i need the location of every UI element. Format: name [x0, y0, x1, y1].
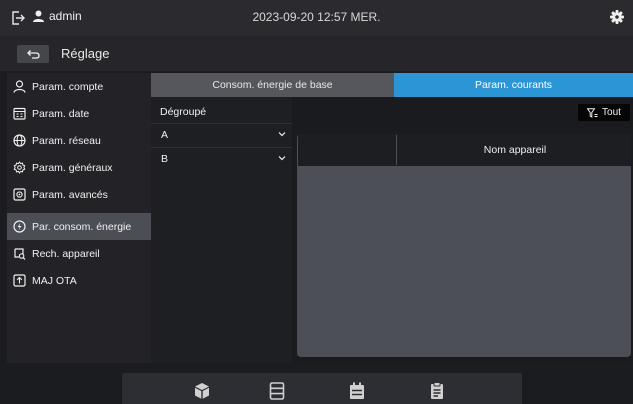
- group-item-b[interactable]: B: [151, 147, 292, 171]
- sidebar-item-label: Param. avancés: [32, 188, 108, 201]
- sidebar-item-energy[interactable]: Par. consom. énergie: [7, 213, 151, 240]
- top-bar: admin 2023-09-20 12:57 MER.: [0, 0, 633, 36]
- sidebar-item-network[interactable]: Param. réseau: [7, 127, 151, 154]
- logout-icon[interactable]: [10, 10, 26, 26]
- sidebar-item-device-search[interactable]: Rech. appareil: [7, 240, 151, 267]
- sidebar-item-label: Par. consom. énergie: [32, 220, 132, 233]
- page-title: Réglage: [61, 46, 110, 61]
- group-list: Dégroupé A B: [151, 97, 292, 363]
- user-info: admin: [33, 9, 82, 23]
- username: admin: [49, 9, 82, 23]
- clipboard-icon[interactable]: [427, 381, 447, 401]
- gear-icon: [13, 161, 26, 174]
- energy-icon: [13, 220, 26, 233]
- list-icon[interactable]: [267, 381, 287, 401]
- settings-icon[interactable]: [609, 9, 625, 25]
- globe-icon: [13, 134, 26, 147]
- device-table: Nom appareil: [297, 134, 631, 357]
- sidebar-item-advanced[interactable]: Param. avancés: [7, 181, 151, 208]
- group-item-a[interactable]: A: [151, 123, 292, 147]
- bottom-dock: [122, 373, 522, 404]
- sidebar-item-label: Param. compte: [32, 80, 104, 93]
- datetime-display: 2023-09-20 12:57 MER.: [252, 10, 381, 24]
- user-icon: [13, 80, 26, 93]
- tab-base-energy[interactable]: Consom. énergie de base: [151, 73, 394, 97]
- sidebar-item-account[interactable]: Param. compte: [7, 73, 151, 100]
- upload-icon: [13, 274, 26, 287]
- sidebar-item-label: MAJ OTA: [32, 274, 77, 287]
- select-column-header[interactable]: [299, 135, 397, 165]
- sidebar: Param. compte Param. date Param. réseau …: [7, 73, 151, 363]
- filter-label: Tout: [602, 107, 621, 118]
- sidebar-item-label: Param. généraux: [32, 161, 113, 174]
- group-item-label: A: [161, 129, 169, 141]
- sidebar-item-ota[interactable]: MAJ OTA: [7, 267, 151, 294]
- title-bar: Réglage: [0, 36, 633, 71]
- calendar-icon: [13, 107, 26, 120]
- advanced-settings-icon: [13, 188, 26, 201]
- sidebar-item-general[interactable]: Param. généraux: [7, 154, 151, 181]
- cube-icon[interactable]: [192, 381, 212, 401]
- group-list-header: Dégroupé: [160, 106, 207, 118]
- group-item-label: B: [161, 153, 169, 165]
- filter-button[interactable]: Tout: [578, 104, 630, 121]
- device-search-icon: [14, 248, 26, 260]
- sidebar-item-label: Param. réseau: [32, 134, 101, 147]
- device-table-header: Nom appareil: [297, 134, 631, 166]
- chevron-down-icon: [278, 156, 286, 161]
- sidebar-item-label: Rech. appareil: [32, 247, 100, 260]
- device-name-column-header: Nom appareil: [483, 144, 547, 156]
- user-icon: [33, 10, 44, 22]
- filter-icon: [587, 107, 598, 118]
- tab-current-params[interactable]: Param. courants: [394, 73, 633, 97]
- back-arrow-icon: [27, 50, 40, 59]
- calendar-icon[interactable]: [347, 381, 367, 401]
- back-button[interactable]: [17, 45, 49, 63]
- sidebar-item-label: Param. date: [32, 107, 90, 120]
- sidebar-item-date[interactable]: Param. date: [7, 100, 151, 127]
- chevron-down-icon: [278, 132, 286, 137]
